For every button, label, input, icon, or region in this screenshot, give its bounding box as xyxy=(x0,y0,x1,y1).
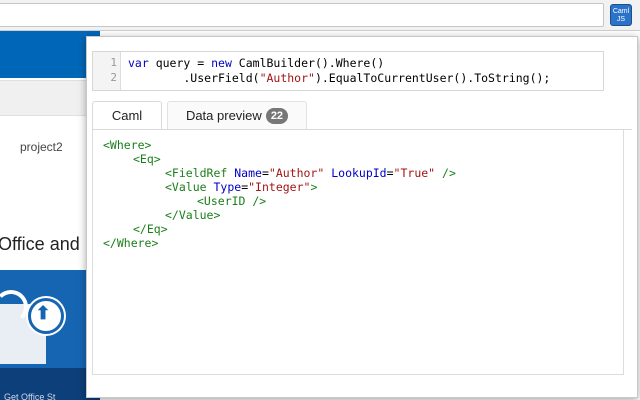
xml-fieldref: <FieldRef Name="Author" LookupId="True" … xyxy=(165,166,456,180)
promo-caption: Get Office St xyxy=(4,392,56,400)
extension-icon-line2: JS xyxy=(616,16,626,23)
xml-where-close: </Where> xyxy=(103,236,159,250)
browser-toolbar: Caml JS xyxy=(0,0,640,31)
code-line-1[interactable]: var query = new CamlBuilder().Where() xyxy=(128,56,384,70)
line-number: 1 xyxy=(110,56,117,69)
xml-userid: <UserID /> xyxy=(197,194,267,208)
project-label[interactable]: project2 xyxy=(20,140,63,154)
tab-caml[interactable]: Caml xyxy=(92,101,162,130)
code-editor[interactable]: 1 2 var query = new CamlBuilder().Where(… xyxy=(92,51,604,91)
xml-value-close: </Value> xyxy=(165,208,221,222)
address-bar[interactable] xyxy=(0,3,604,27)
page-header-band xyxy=(0,31,100,78)
camljs-popup: 1 2 var query = new CamlBuilder().Where(… xyxy=(86,36,638,398)
tab-data-preview[interactable]: Data preview 22 xyxy=(167,101,307,130)
xml-where-open: <Where> xyxy=(103,138,152,152)
code-line-2[interactable]: .UserField("Author").EqualToCurrentUser(… xyxy=(128,71,550,85)
extension-icon-line1: Caml xyxy=(612,8,630,15)
row-count-badge: 22 xyxy=(265,108,289,124)
xml-eq-open: <Eq> xyxy=(133,152,161,166)
office-promo-tile[interactable]: ⬆ Get Office St xyxy=(0,270,100,400)
caml-output-panel: <Where> <Eq> <FieldRef Name="Author" Loo… xyxy=(92,130,624,375)
line-number-gutter: 1 2 xyxy=(93,52,121,90)
line-number: 2 xyxy=(110,71,117,84)
page-nav-band xyxy=(0,80,100,116)
tab-caml-label: Caml xyxy=(111,108,143,123)
xml-value-open: <Value Type="Integer"> xyxy=(165,180,318,194)
office-heading: Office and xyxy=(0,234,80,254)
tab-data-preview-label: Data preview xyxy=(185,108,262,123)
camljs-extension-button[interactable]: Caml JS xyxy=(610,4,632,26)
upload-arrow-icon: ⬆ xyxy=(35,303,51,323)
xml-eq-close: </Eq> xyxy=(133,222,168,236)
